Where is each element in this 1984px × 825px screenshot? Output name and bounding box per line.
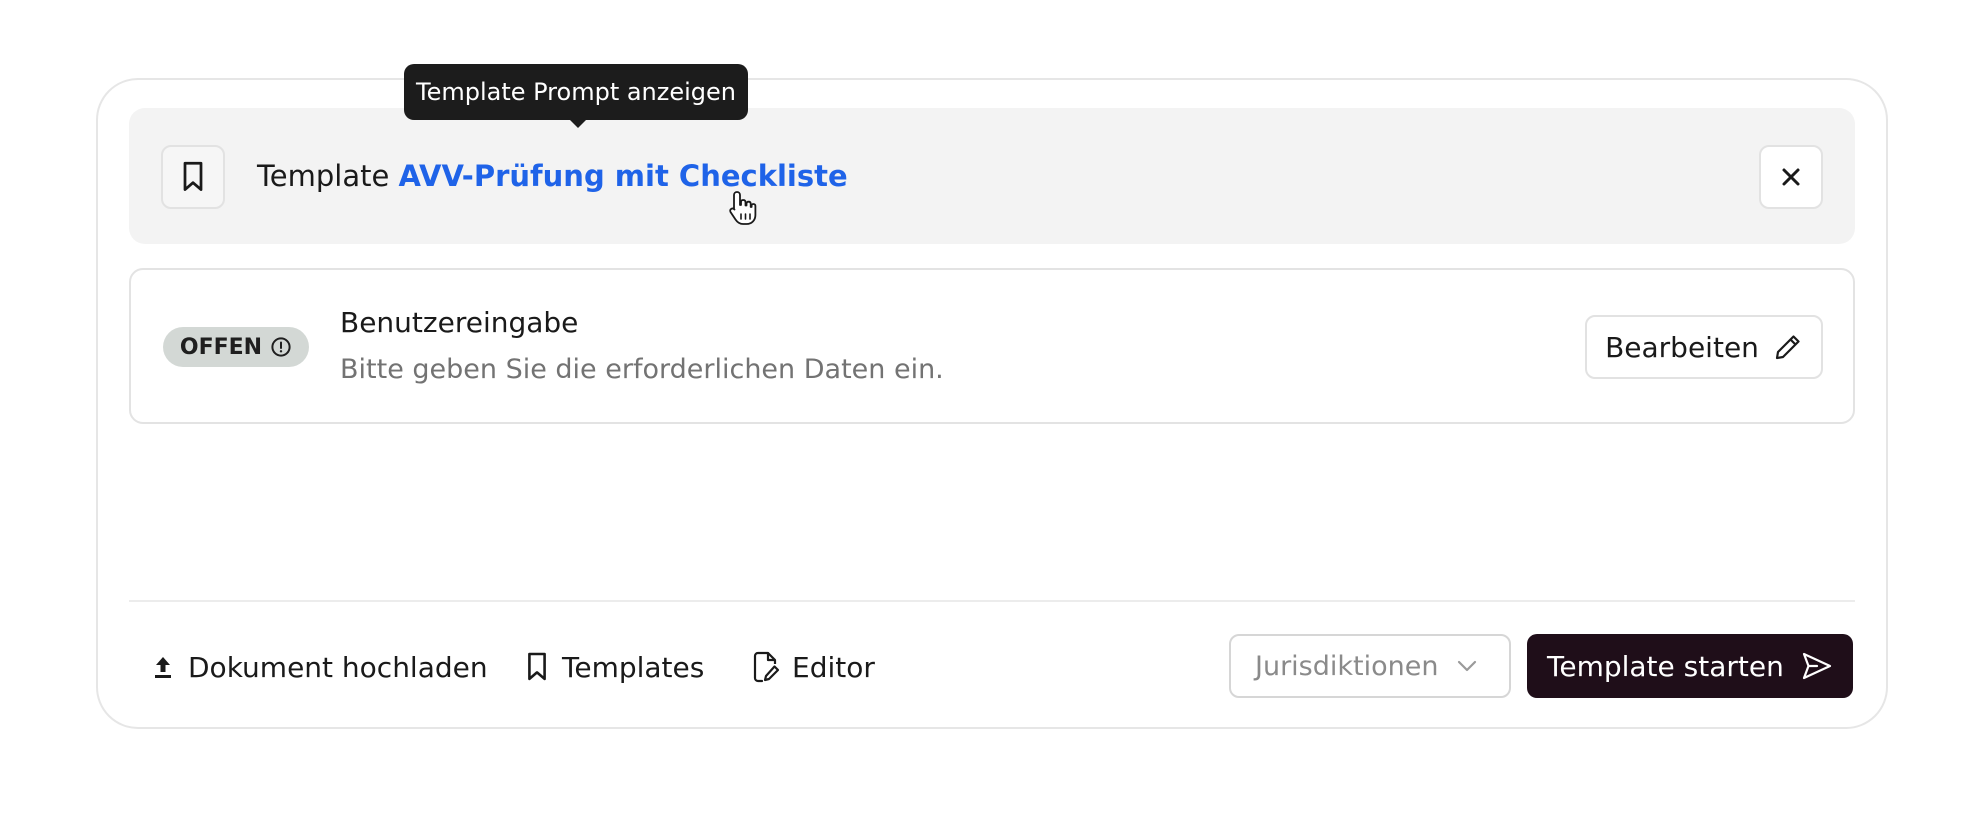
edit-button-label: Bearbeiten [1605,330,1759,364]
start-template-button[interactable]: Template starten [1527,634,1853,698]
bookmark-icon [183,161,203,191]
template-prefix: Template [257,159,390,193]
template-label: Template AVV-Prüfung mit Checkliste [257,156,848,196]
start-template-label: Template starten [1547,649,1784,683]
edit-button[interactable]: Bearbeiten [1585,315,1823,379]
chevron-down-icon [1458,660,1477,672]
file-edit-icon [753,651,780,683]
user-input-step-card: OFFEN Benutzereingabe Bitte geben Sie di… [129,268,1855,424]
upload-document-label: Dokument hochladen [188,650,488,684]
editor-button[interactable]: Editor [752,645,875,689]
selected-template-bar: Template AVV-Prüfung mit Checkliste [129,108,1855,244]
alert-circle-icon [271,337,291,357]
editor-label: Editor [792,650,875,684]
template-bookmark-badge [161,145,225,209]
send-icon [1802,652,1832,680]
status-badge: OFFEN [163,327,309,367]
upload-icon [155,657,171,678]
hand-pointer-cursor-icon [729,191,757,225]
close-icon [1782,168,1800,186]
jurisdictions-select[interactable]: Jurisdiktionen [1229,634,1511,698]
jurisdictions-placeholder: Jurisdiktionen [1255,650,1439,682]
templates-button[interactable]: Templates [524,645,704,689]
toolbar-divider [129,600,1855,602]
user-input-subtitle: Bitte geben Sie die erforderlichen Daten… [340,354,944,385]
template-name-link[interactable]: AVV-Prüfung mit Checkliste [399,159,848,193]
template-prompt-tooltip: Template Prompt anzeigen [404,64,748,128]
upload-document-button[interactable]: Dokument hochladen [150,645,488,689]
user-input-title: Benutzereingabe [340,306,579,339]
pencil-icon [1775,335,1800,360]
close-template-button[interactable] [1759,145,1823,209]
status-badge-label: OFFEN [179,334,263,360]
bookmark-icon [528,652,546,681]
tooltip-text: Template Prompt anzeigen [415,78,737,106]
templates-label: Templates [562,650,705,684]
